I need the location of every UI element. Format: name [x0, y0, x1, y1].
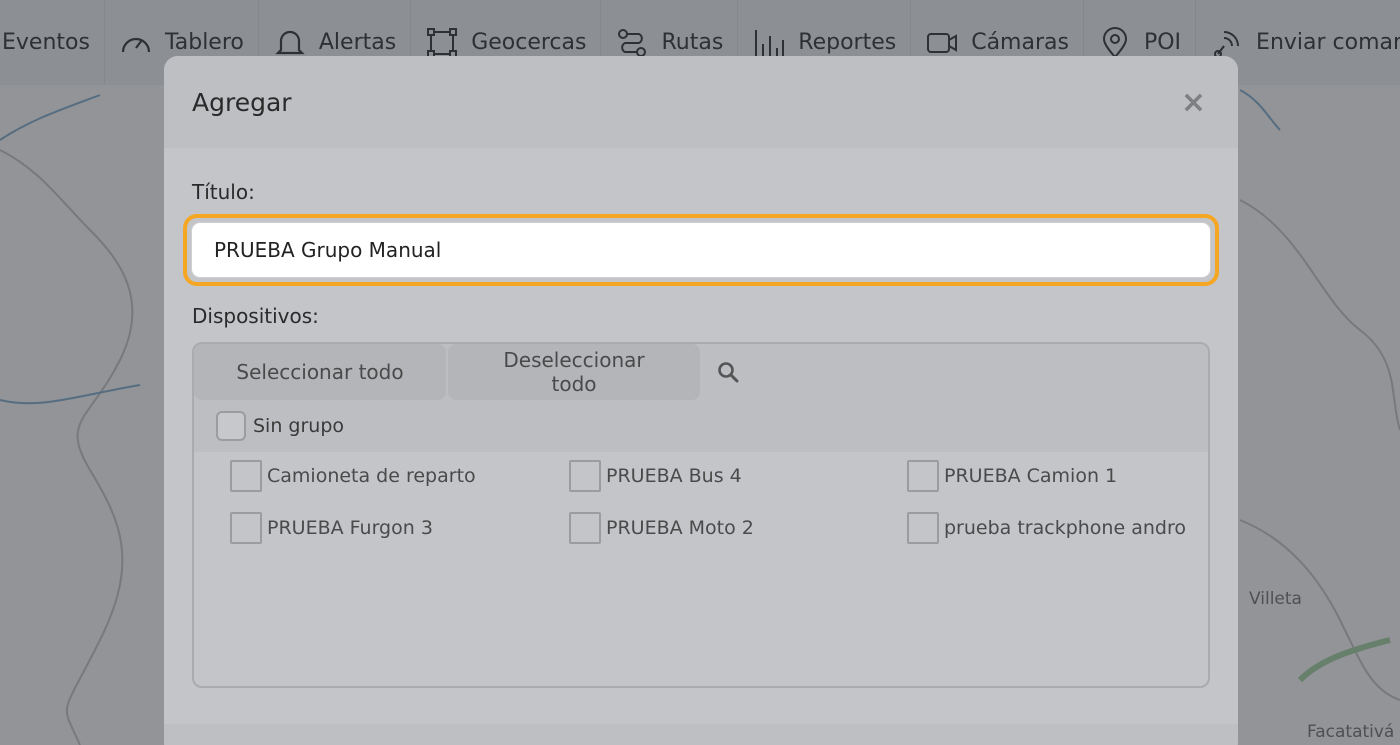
device-search-button[interactable]: [700, 344, 756, 400]
device-checkbox[interactable]: [230, 512, 262, 544]
device-item[interactable]: Camioneta de reparto: [230, 460, 569, 492]
title-field-label: Título:: [192, 180, 255, 204]
modal-title: Agregar: [192, 87, 292, 117]
modal-body: Título: Dispositivos: Seleccionar todo D…: [164, 148, 1238, 726]
device-checkbox[interactable]: [230, 460, 262, 492]
title-input[interactable]: [191, 222, 1211, 278]
close-button[interactable]: ×: [1181, 85, 1206, 120]
device-list: Camioneta de reparto PRUEBA Bus 4 PRUEBA…: [194, 452, 1208, 544]
select-all-button[interactable]: Seleccionar todo: [194, 344, 446, 400]
devices-toolbar: Seleccionar todo Deseleccionar todo: [194, 344, 1208, 400]
device-label: PRUEBA Furgon 3: [267, 517, 433, 539]
device-label: PRUEBA Bus 4: [606, 465, 742, 487]
device-item[interactable]: PRUEBA Bus 4: [569, 460, 907, 492]
device-checkbox[interactable]: [907, 512, 939, 544]
device-checkbox[interactable]: [907, 460, 939, 492]
device-checkbox[interactable]: [569, 512, 601, 544]
device-label: prueba trackphone andro: [944, 517, 1186, 539]
device-label: PRUEBA Camion 1: [944, 465, 1118, 487]
modal-footer: [164, 724, 1238, 745]
title-input-focus-ring: [183, 214, 1219, 286]
modal-header: Agregar ×: [164, 56, 1238, 148]
device-label: Camioneta de reparto: [267, 465, 476, 487]
device-checkbox[interactable]: [569, 460, 601, 492]
device-label: PRUEBA Moto 2: [606, 517, 754, 539]
add-group-modal: Agregar × Título: Dispositivos: Seleccio…: [164, 56, 1238, 745]
devices-field-label: Dispositivos:: [192, 304, 319, 328]
devices-selector: Seleccionar todo Deseleccionar todo Sin …: [192, 342, 1210, 688]
device-item[interactable]: PRUEBA Moto 2: [569, 512, 907, 544]
device-item[interactable]: PRUEBA Camion 1: [907, 460, 1207, 492]
group-checkbox[interactable]: [216, 411, 246, 441]
group-label: Sin grupo: [253, 415, 345, 437]
device-item[interactable]: prueba trackphone andro: [907, 512, 1207, 544]
group-row-sin-grupo[interactable]: Sin grupo: [194, 400, 1208, 452]
device-item[interactable]: PRUEBA Furgon 3: [230, 512, 569, 544]
deselect-all-button[interactable]: Deseleccionar todo: [448, 344, 700, 400]
search-icon: [718, 362, 739, 383]
